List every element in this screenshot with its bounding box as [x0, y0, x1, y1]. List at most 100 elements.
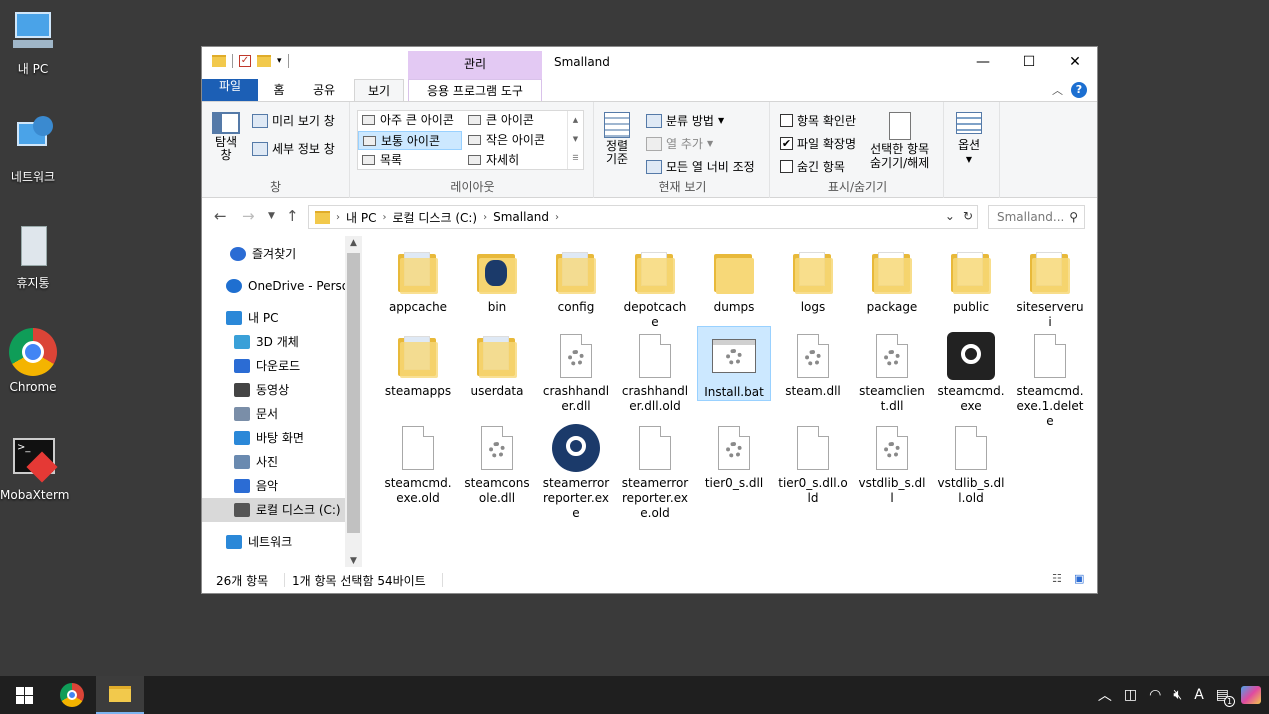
close-button[interactable]: ✕ — [1052, 47, 1098, 77]
tab-view[interactable]: 보기 — [354, 79, 404, 103]
nav-item-music[interactable]: 음악 — [202, 474, 345, 498]
customize-qat-dropdown[interactable]: ▾ — [277, 56, 282, 66]
tab-application-tools[interactable]: 응용 프로그램 도구 — [408, 79, 542, 101]
file-item[interactable]: steamerrorreporter.exe.old — [618, 418, 692, 521]
scrollbar-thumb[interactable] — [347, 253, 360, 533]
chevron-right-icon[interactable]: › — [382, 212, 386, 223]
nav-item-drive[interactable]: 로컬 디스크 (C:) — [202, 498, 345, 522]
file-item[interactable]: tier0_s.dll — [697, 418, 771, 491]
show-hidden-icons-icon[interactable]: ︿ — [1098, 685, 1112, 705]
file-item[interactable]: depotcache — [618, 242, 692, 330]
nav-item-picture[interactable]: 사진 — [202, 450, 345, 474]
nav-pane-scrollbar[interactable]: ▲ ▼ — [345, 236, 362, 568]
properties-icon[interactable]: ✓ — [239, 55, 251, 67]
minimize-button[interactable]: — — [960, 47, 1006, 77]
desktop-icon-chrome[interactable]: Chrome — [0, 328, 66, 394]
file-item[interactable]: vstdlib_s.dll.old — [934, 418, 1008, 506]
tab-file[interactable]: 파일 — [202, 79, 258, 101]
file-item[interactable]: logs — [776, 242, 850, 315]
group-by-button[interactable]: 분류 방법 ▼ — [646, 112, 724, 129]
scroll-down-icon[interactable]: ▼ — [345, 556, 362, 566]
tab-manage[interactable]: 관리 — [408, 51, 542, 79]
file-item[interactable]: steamcmd.exe.old — [381, 418, 455, 506]
file-extensions-checkbox[interactable]: ✔ — [780, 137, 793, 150]
details-pane-button[interactable]: 세부 정보 창 — [252, 140, 335, 157]
file-item[interactable]: crashhandler.dll.old — [618, 326, 692, 414]
details-view-icon[interactable]: ☷ — [1052, 572, 1062, 585]
file-item[interactable]: steamcmd.exe — [934, 326, 1008, 414]
item-checkboxes-toggle[interactable]: 항목 확인란 — [780, 112, 856, 129]
file-item[interactable]: Install.bat — [697, 326, 771, 401]
hidden-items-checkbox[interactable] — [780, 160, 793, 173]
refresh-icon[interactable]: ↻ — [963, 209, 973, 223]
taskbar-file-explorer[interactable] — [96, 676, 144, 714]
file-item[interactable]: bin — [460, 242, 534, 315]
search-input[interactable]: Smalland... ⚲ — [988, 205, 1085, 229]
scroll-up-icon[interactable]: ▲ — [345, 238, 362, 248]
scroll-down-icon[interactable]: ▼ — [568, 130, 583, 149]
preview-pane-button[interactable]: 미리 보기 창 — [252, 112, 335, 129]
file-item[interactable]: siteserverui — [1013, 242, 1087, 330]
breadcrumb-smalland[interactable]: Smalland — [493, 210, 549, 224]
file-item[interactable]: steamapps — [381, 326, 455, 399]
layout-gallery-scroll[interactable]: ▲ ▼ ☰ — [567, 111, 583, 169]
collapse-ribbon-icon[interactable]: ︿ — [1052, 82, 1063, 98]
sort-by-button[interactable]: 정렬 기준 — [604, 112, 630, 166]
help-icon[interactable]: ? — [1071, 82, 1087, 98]
address-dropdown-icon[interactable]: ⌄ — [945, 209, 955, 223]
file-item[interactable]: steamconsole.dll — [460, 418, 534, 506]
forward-arrow-icon[interactable]: → — [242, 207, 255, 225]
back-arrow-icon[interactable]: ← — [214, 207, 227, 225]
start-button[interactable] — [0, 676, 48, 714]
options-button[interactable]: 옵션 ▼ — [956, 112, 982, 164]
chevron-right-icon[interactable]: › — [483, 212, 487, 223]
file-item[interactable]: config — [539, 242, 613, 315]
file-item[interactable]: public — [934, 242, 1008, 315]
add-columns-button[interactable]: 열 추가 ▼ — [646, 135, 713, 152]
ime-indicator[interactable]: A — [1194, 687, 1204, 703]
nav-item-computer[interactable]: 내 PC — [202, 306, 345, 330]
file-item[interactable]: steamclient.dll — [855, 326, 929, 414]
file-item[interactable]: tier0_s.dll.old — [776, 418, 850, 506]
tab-share[interactable]: 공유 — [304, 79, 344, 101]
layout-small-icons[interactable]: 작은 아이콘 — [464, 131, 568, 150]
file-item[interactable]: steamerrorreporter.exe — [539, 418, 613, 521]
file-extensions-toggle[interactable]: ✔ 파일 확장명 — [780, 135, 856, 152]
notification-icon[interactable]: ▤ 1 — [1216, 687, 1235, 707]
file-item[interactable]: dumps — [697, 242, 771, 315]
chevron-right-icon[interactable]: › — [555, 212, 559, 223]
nav-item-download[interactable]: 다운로드 — [202, 354, 345, 378]
expand-gallery-icon[interactable]: ☰ — [568, 149, 583, 167]
up-arrow-icon[interactable]: ↑ — [286, 207, 299, 225]
file-item[interactable]: userdata — [460, 326, 534, 399]
maximize-button[interactable]: ☐ — [1006, 47, 1052, 77]
breadcrumb-mypc[interactable]: 내 PC — [346, 209, 376, 226]
desktop-icon-mobaxterm[interactable]: >_ MobaXterm — [0, 436, 69, 502]
navigation-pane-button[interactable]: 탐색 창 — [212, 112, 240, 162]
hidden-items-toggle[interactable]: 숨긴 항목 — [780, 158, 845, 175]
nav-item-document[interactable]: 문서 — [202, 402, 345, 426]
layout-details[interactable]: 자세히 — [464, 151, 568, 170]
new-folder-icon[interactable] — [257, 55, 271, 67]
desktop-icon-recycle-bin[interactable]: 휴지통 — [0, 222, 66, 291]
layout-list[interactable]: 목록 — [358, 151, 462, 170]
layout-extra-large-icons[interactable]: 아주 큰 아이콘 — [358, 111, 462, 130]
nav-item-network[interactable]: 네트워크 — [202, 530, 345, 554]
hide-selected-button[interactable]: 선택한 항목 숨기기/해제 — [870, 112, 929, 170]
file-item[interactable]: package — [855, 242, 929, 315]
address-bar[interactable]: › 내 PC › 로컬 디스크 (C:) › Smalland › ⌄ ↻ — [308, 205, 978, 229]
layout-large-icons[interactable]: 큰 아이콘 — [464, 111, 568, 130]
item-checkboxes-checkbox[interactable] — [780, 114, 793, 127]
layout-medium-icons[interactable]: 보통 아이콘 — [358, 131, 462, 150]
chevron-right-icon[interactable]: › — [336, 212, 340, 223]
speaker-muted-icon[interactable]: 🔇︎ — [1173, 687, 1182, 703]
desktop-icon-network[interactable]: 네트워크 — [0, 116, 66, 185]
file-item[interactable]: vstdlib_s.dll — [855, 418, 929, 506]
wifi-icon[interactable]: ◠ — [1149, 687, 1161, 703]
file-item[interactable]: steamcmd.exe.1.delete — [1013, 326, 1087, 429]
tab-home[interactable]: 홈 — [262, 79, 296, 101]
scroll-up-icon[interactable]: ▲ — [568, 111, 583, 130]
file-item[interactable]: crashhandler.dll — [539, 326, 613, 414]
nav-item-cloud[interactable]: OneDrive - Personal — [202, 274, 345, 298]
fit-columns-button[interactable]: 모든 열 너비 조정 — [646, 158, 755, 175]
